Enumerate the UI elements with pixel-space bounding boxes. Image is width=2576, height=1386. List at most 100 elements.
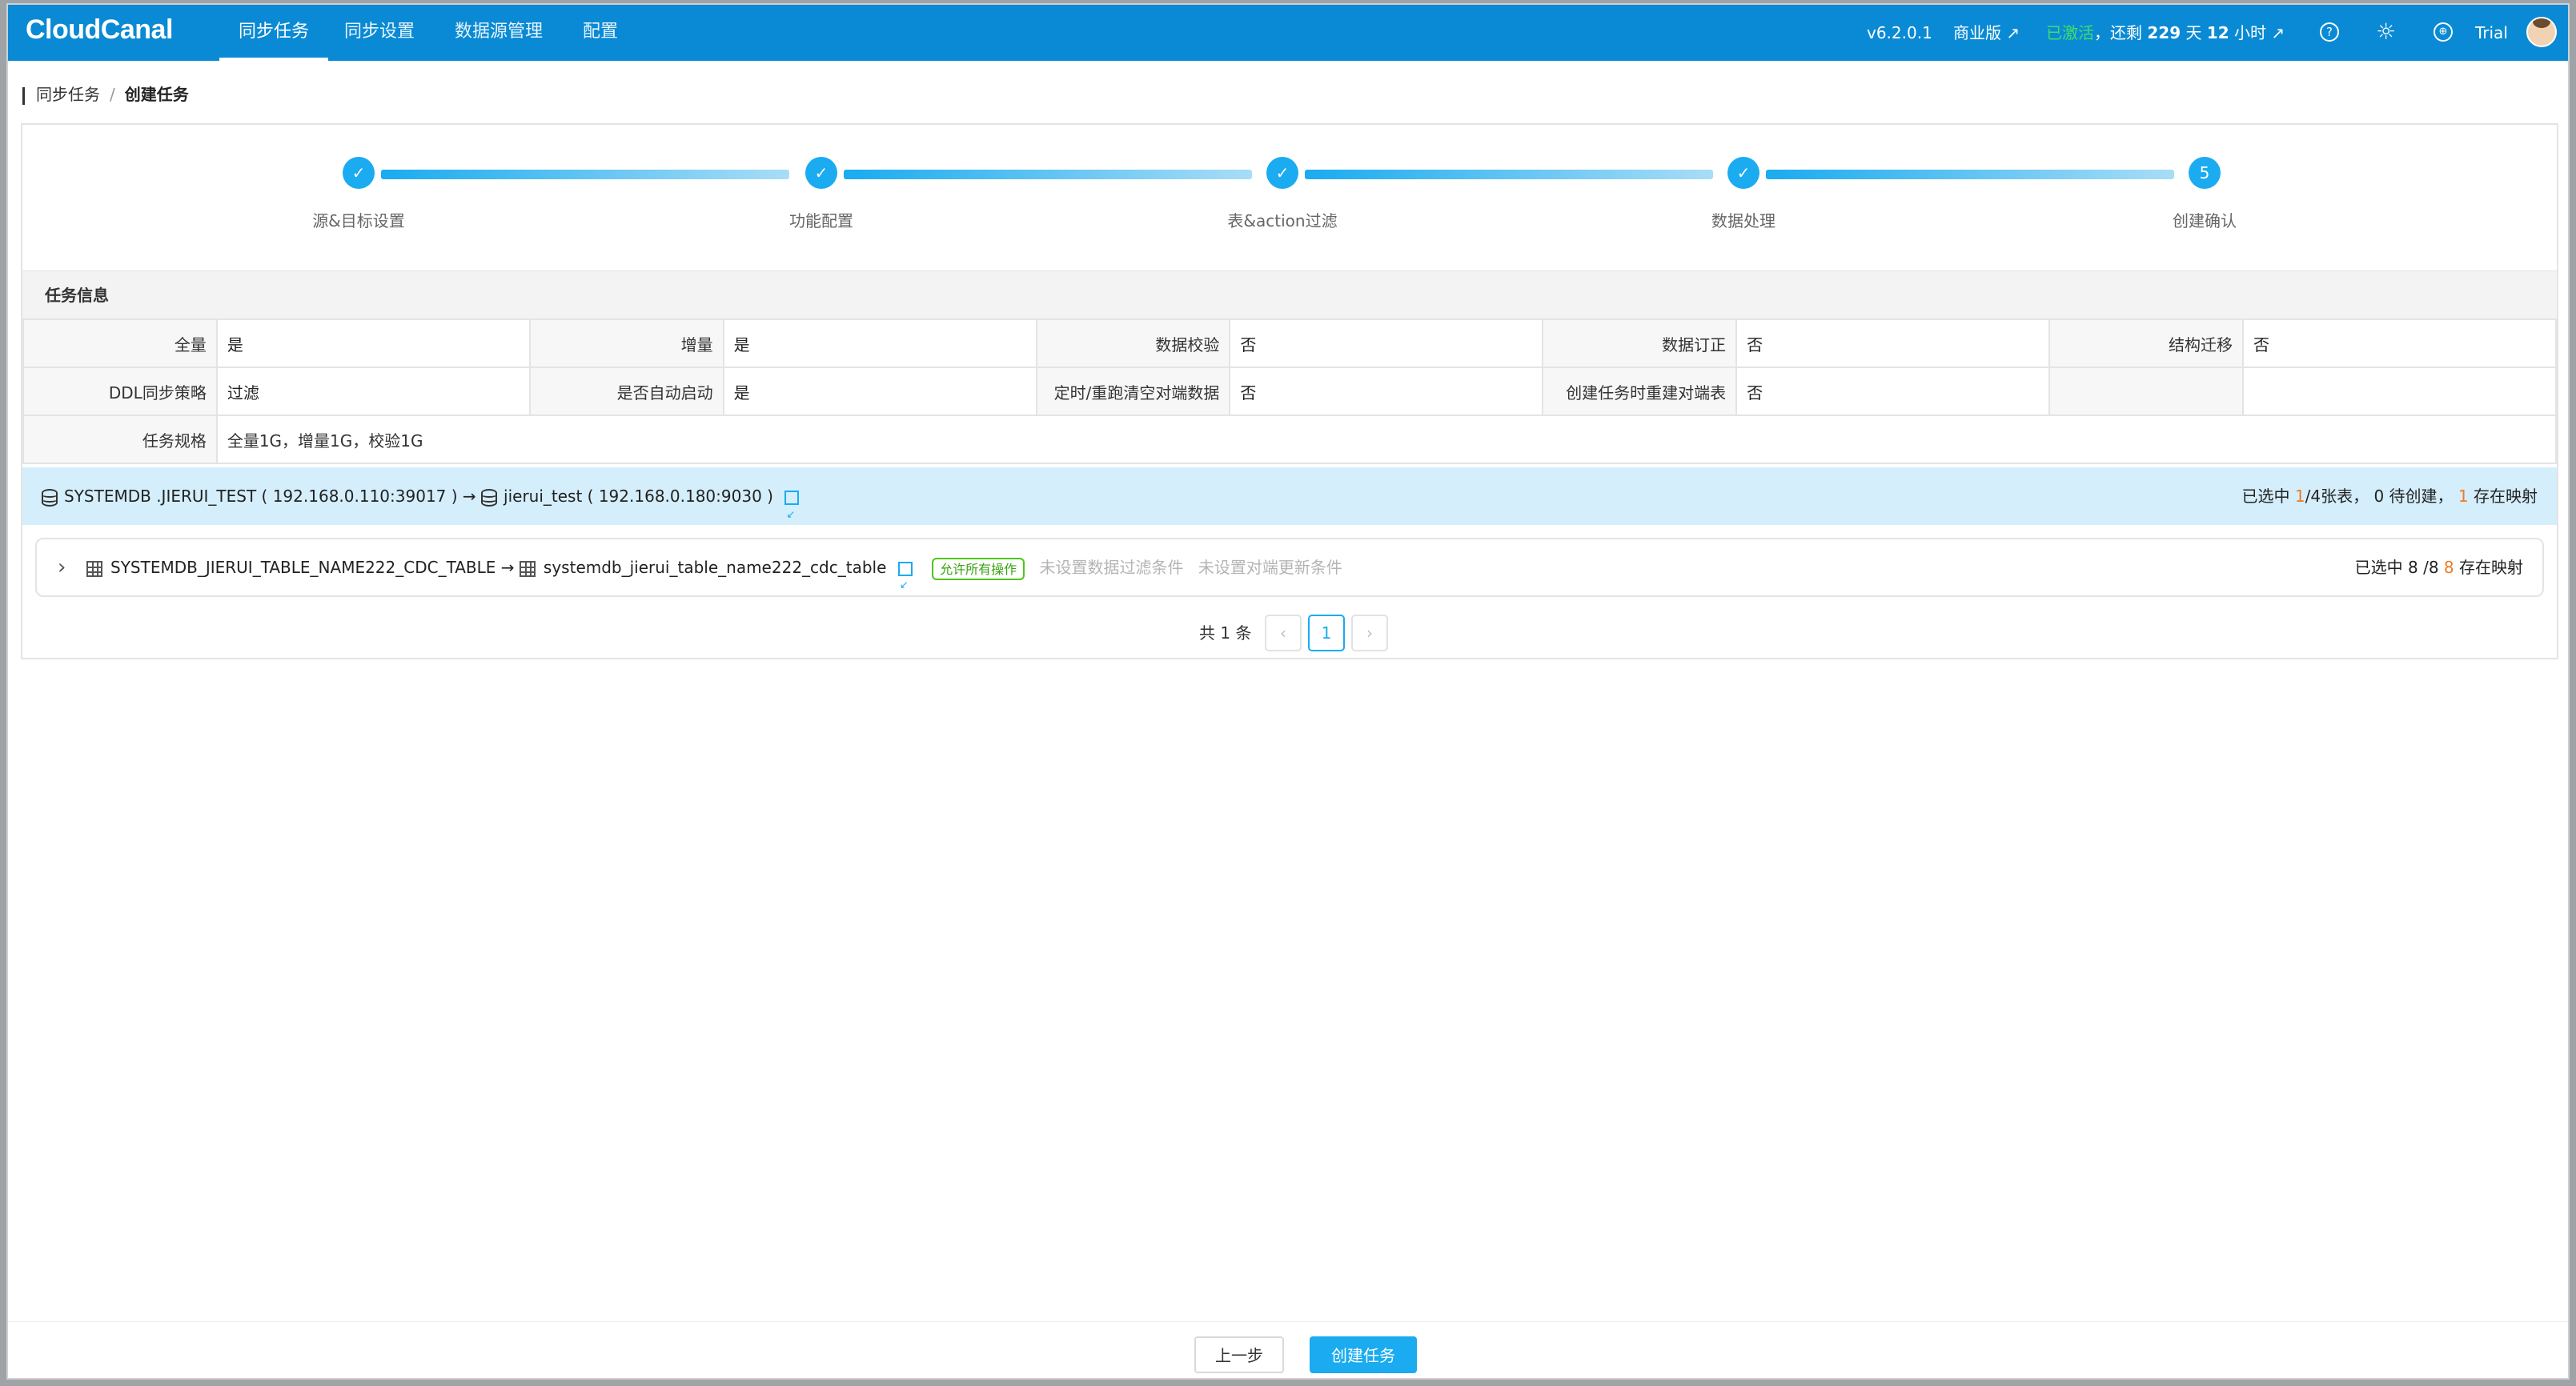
nav-item-sync-settings[interactable]: 同步设置 [344, 5, 415, 61]
mapped-suffix: 存在映射 [2474, 487, 2538, 506]
task-info-row: DDL同步策略 过滤 是否自动启动 是 定时/重跑清空对端数据 否 创建任务时重… [22, 367, 2558, 416]
step-5-label: 创建确认 [2173, 211, 2237, 230]
nav-item-datasource[interactable]: 数据源管理 [455, 5, 543, 61]
table-icon [519, 560, 536, 577]
source-table: SYSTEMDB_JIERUI_TABLE_NAME222_CDC_TABLE [110, 558, 496, 577]
expand-chevron-icon[interactable]: › [58, 539, 66, 595]
hours-unit: 小时 ↗ [2234, 23, 2285, 42]
step-3-check-icon: ✓ [1266, 157, 1298, 189]
source-addr: ( 192.168.0.110:39017 ) [261, 487, 458, 506]
edit-link-icon[interactable] [784, 487, 800, 544]
user-name[interactable]: Trial [2475, 5, 2508, 61]
avatar[interactable] [2526, 17, 2557, 47]
table-row-content: SYSTEMDB_JIERUI_TABLE_NAME222_CDC_TABLE … [86, 539, 1342, 614]
info-value: 否 [1735, 367, 2051, 416]
db-mapping-stats: 已选中 1/4张表， 0 待创建， 1 存在映射 [2242, 467, 2538, 525]
breadcrumb-current: 创建任务 [124, 85, 189, 104]
step-4-label: 数据处理 [1711, 211, 1776, 230]
breadcrumb-separator: / [110, 85, 115, 104]
version-label: v6.2.0.1 [1867, 23, 1932, 42]
table-row[interactable]: › SYSTEMDB_JIERUI_TABLE_NAME222_CDC_TABL… [35, 538, 2544, 614]
info-value: 否 [1735, 318, 2051, 368]
stat-prefix: 已选中 [2241, 487, 2290, 506]
activated-label: 已激活 [2046, 23, 2094, 42]
pager-page-1[interactable]: 1 [1308, 615, 1345, 651]
step-3-label: 表&action过滤 [1227, 211, 1338, 230]
step-2-label: 功能配置 [789, 211, 853, 230]
info-value: 是 [722, 318, 1037, 368]
db-mapping-bar: SYSTEMDB .JIERUI_TEST ( 192.168.0.110:39… [22, 467, 2557, 544]
info-key: 是否自动启动 [528, 367, 724, 416]
info-key: 结构迁移 [2048, 318, 2244, 368]
footer-bar: 上一步 创建任务 [8, 1321, 2568, 1378]
target-addr: ( 192.168.0.180:9030 ) [587, 487, 773, 506]
step-1-label: 源&目标设置 [312, 211, 405, 230]
filter-hint[interactable]: 未设置数据过滤条件 [1039, 558, 1183, 577]
step-1-line [381, 170, 789, 179]
edition-link[interactable]: 商业版 ↗ [1953, 5, 2020, 61]
task-info-row: 全量 是 增量 是 数据校验 否 数据订正 否 结构迁移 否 [22, 318, 2558, 368]
top-nav: CloudCanal 同步任务 同步设置 数据源管理 配置 v6.2.0.1 商… [8, 5, 2568, 61]
create-task-button[interactable]: 创建任务 [1310, 1336, 1417, 1373]
edit-link-icon[interactable] [897, 558, 913, 614]
app-window: CloudCanal 同步任务 同步设置 数据源管理 配置 v6.2.0.1 商… [6, 3, 2570, 1380]
table-icon [86, 560, 102, 577]
arrow-icon: → [462, 487, 476, 506]
row-stat-prefix: 已选中 8 /8 [2354, 558, 2439, 577]
remaining-days: 229 [2147, 23, 2181, 42]
info-value: 全量1G，增量1G，校验1G [215, 415, 2558, 464]
info-value: 否 [1229, 318, 1544, 368]
info-key: DDL同步策略 [22, 367, 218, 416]
step-2-check-icon: ✓ [805, 157, 837, 189]
step-3-line [1305, 170, 1713, 179]
task-info-row: 任务规格 全量1G，增量1G，校验1G [22, 415, 2558, 464]
nav-item-sync-tasks[interactable]: 同步任务 [219, 5, 328, 61]
info-key: 数据校验 [1035, 318, 1231, 368]
globe-icon[interactable]: ⊕ [2434, 22, 2453, 42]
prev-step-button[interactable]: 上一步 [1194, 1336, 1284, 1373]
row-stat-suffix: 存在映射 [2459, 558, 2523, 577]
step-4-check-icon: ✓ [1727, 157, 1759, 189]
breadcrumb: 同步任务 / 创建任务 [22, 82, 189, 105]
task-create-card: ✓ 源&目标设置 ✓ 功能配置 ✓ 表&action过滤 ✓ 数据处理 5 创建… [21, 123, 2558, 659]
step-2-line [844, 170, 1252, 179]
info-value: 过滤 [215, 367, 531, 416]
database-icon [481, 488, 498, 507]
task-info-table: 全量 是 增量 是 数据校验 否 数据订正 否 结构迁移 否 DDL同步策略 过… [22, 318, 2558, 464]
step-progress: ✓ 源&目标设置 ✓ 功能配置 ✓ 表&action过滤 ✓ 数据处理 5 创建… [22, 125, 2557, 261]
update-hint[interactable]: 未设置对端更新条件 [1198, 558, 1342, 577]
info-value: 否 [1229, 367, 1544, 416]
target-table: systemdb_jierui_table_name222_cdc_table [543, 558, 887, 577]
info-key: 定时/重跑清空对端数据 [1035, 367, 1231, 416]
breadcrumb-parent[interactable]: 同步任务 [36, 85, 100, 104]
license-status[interactable]: 已激活，还剩 229 天 12 小时 ↗ [2046, 5, 2285, 61]
question-circle-icon[interactable]: ? [2320, 22, 2339, 42]
source-db: SYSTEMDB .JIERUI_TEST [64, 487, 257, 506]
database-icon [42, 488, 58, 507]
info-empty-value [2241, 367, 2558, 416]
sun-icon[interactable]: ☼ [2376, 19, 2396, 45]
info-value: 是 [722, 367, 1037, 416]
pending-count: 0 待创建， [2373, 487, 2454, 506]
remaining-prefix: ，还剩 [2094, 23, 2142, 42]
info-key: 创建任务时重建对端表 [1542, 367, 1738, 416]
step-4-line [1766, 170, 2174, 179]
row-mapped-count: 8 [2443, 558, 2454, 577]
selected-count: 1 [2294, 487, 2305, 506]
pager-next-button[interactable]: › [1351, 615, 1388, 651]
remaining-hours: 12 [2206, 23, 2229, 42]
breadcrumb-bar [22, 86, 25, 105]
info-key: 任务规格 [22, 415, 218, 464]
pager-prev-button[interactable]: ‹ [1265, 615, 1302, 651]
step-5-number: 5 [2189, 157, 2221, 189]
step-1-check-icon: ✓ [343, 157, 375, 189]
nav-item-config[interactable]: 配置 [583, 5, 618, 61]
arrow-icon: → [500, 558, 515, 577]
days-unit: 天 [2185, 23, 2202, 42]
mapped-count: 1 [2458, 487, 2469, 506]
info-empty-key [2048, 367, 2244, 416]
info-value: 是 [215, 318, 531, 368]
pagination: 共 1 条 ‹ 1 › [22, 613, 2557, 653]
pager-total: 共 1 条 [1199, 623, 1252, 643]
allow-all-ops-tag[interactable]: 允许所有操作 [932, 557, 1025, 580]
